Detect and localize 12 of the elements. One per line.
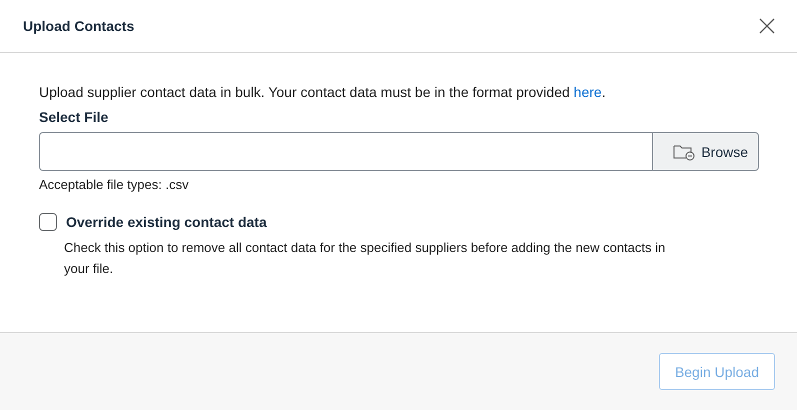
format-link[interactable]: here <box>574 84 602 100</box>
file-types-hint: Acceptable file types: .csv <box>39 177 190 192</box>
help-text: Check this option to remove all contact data for the specified suppliers before adding the new contacts in your file. <box>64 239 666 278</box>
close-icon[interactable] <box>757 16 777 36</box>
override-checkbox[interactable] <box>39 213 57 231</box>
dialog-title: Upload Contacts <box>23 18 134 34</box>
description-text: Upload supplier contact data in bulk. Your contact data must be in the format provided here. <box>39 83 607 101</box>
file-field[interactable] <box>39 132 652 171</box>
checkbox-label: Override existing contact data <box>66 214 267 230</box>
folder-icon <box>673 142 696 160</box>
field-label: Select File <box>39 109 110 125</box>
browse-button[interactable]: Browse <box>652 132 759 171</box>
